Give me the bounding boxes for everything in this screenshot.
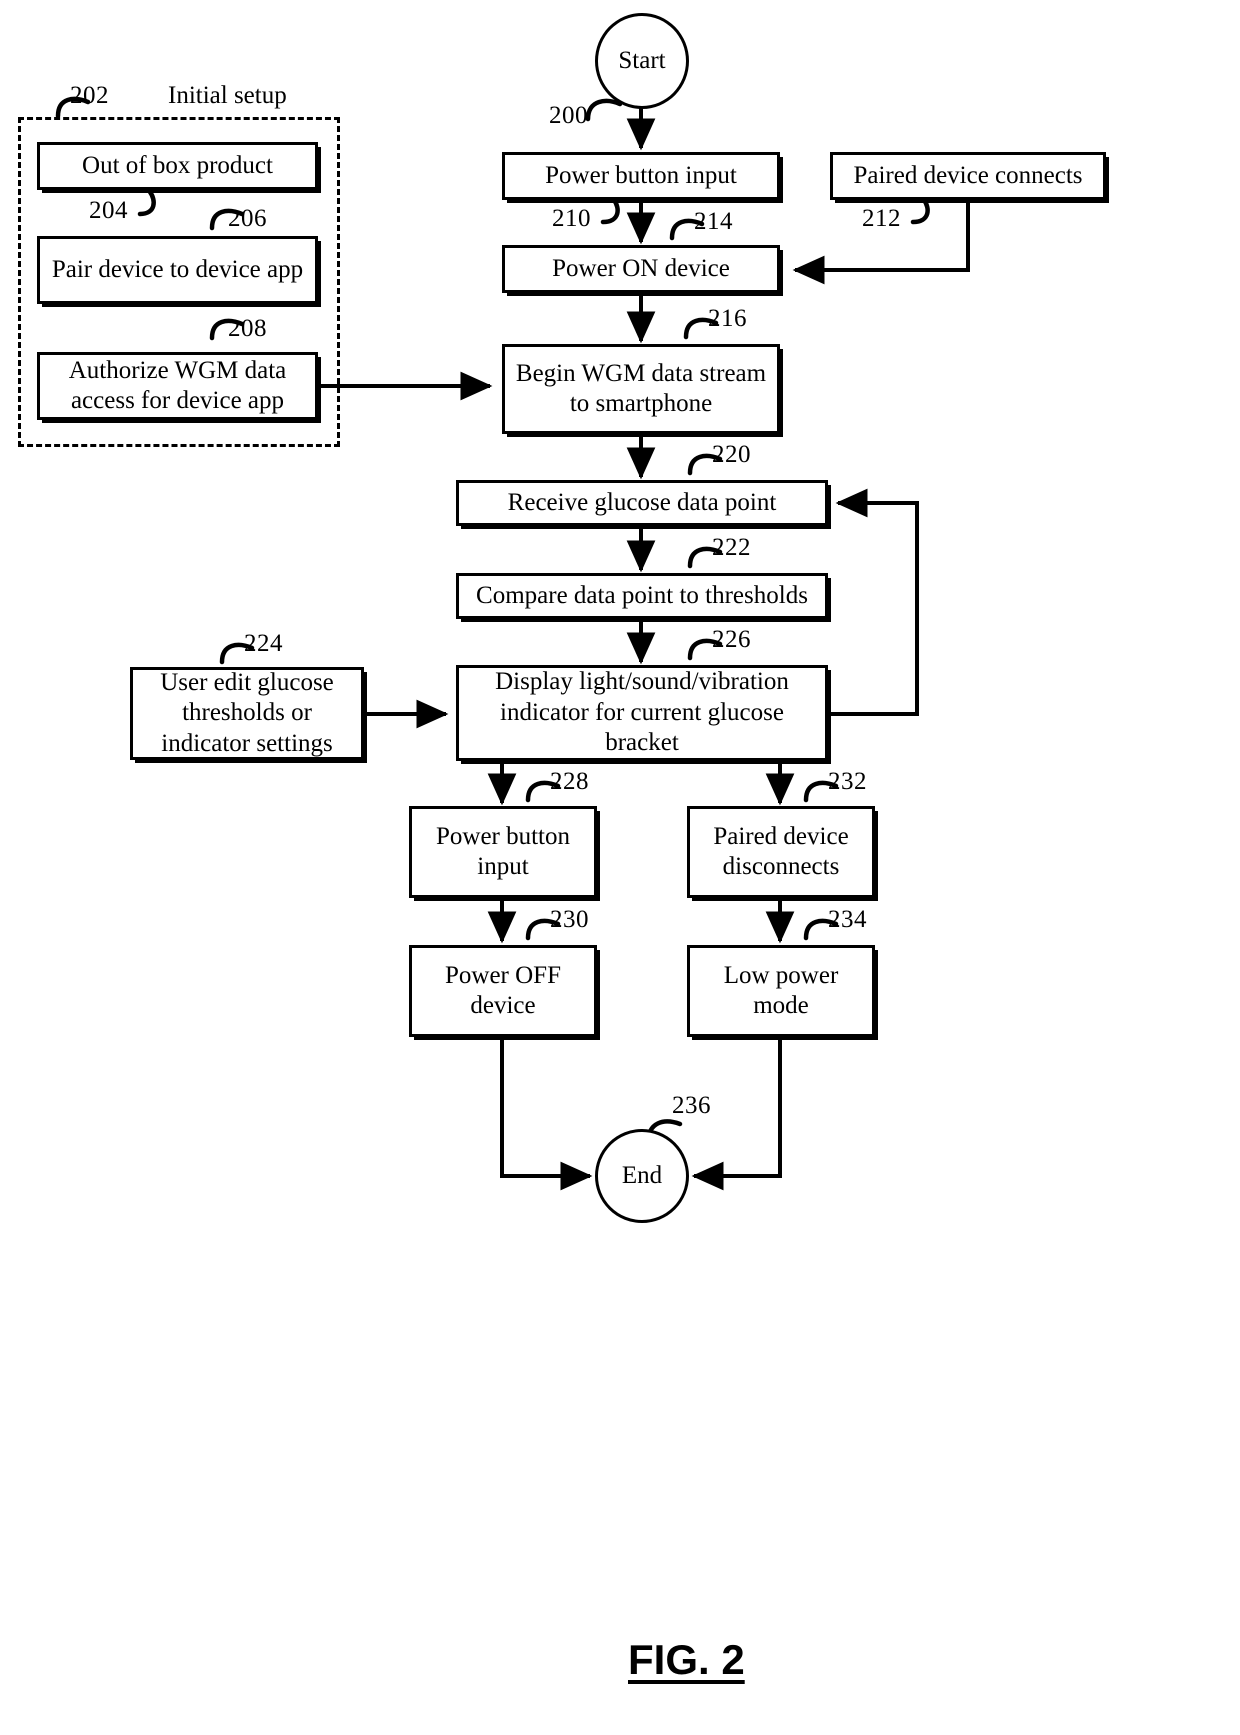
leader-210 <box>600 197 620 225</box>
figure-caption: FIG. 2 <box>628 1636 745 1683</box>
ref-numeral-226: 226 <box>712 626 751 653</box>
node-label: Pair device to device app <box>51 255 304 283</box>
edge-display-feedback-to-receive <box>828 488 919 716</box>
node-begin-wgm-stream: Begin WGM data stream to smartphone <box>502 344 780 434</box>
ref-numeral-210: 210 <box>552 205 591 232</box>
node-label: Display light/sound/vibration indicator … <box>495 668 789 757</box>
start-terminal: Start <box>595 13 689 109</box>
ref-numeral-232: 232 <box>828 768 867 795</box>
node-paired-device-connects: Paired device connects <box>830 152 1106 200</box>
ref-numeral-236: 236 <box>672 1092 711 1119</box>
node-label: Power ON device <box>552 254 730 282</box>
ref-numeral-220: 220 <box>712 441 751 468</box>
ref-numeral-206: 206 <box>228 205 267 232</box>
node-user-edit-thresholds: User edit glucose thresholds or indicato… <box>130 667 364 760</box>
leader-200 <box>585 98 623 122</box>
node-label: Receive glucose data point <box>507 488 777 516</box>
ref-numeral-234: 234 <box>828 906 867 933</box>
node-pair-device-to-app: Pair device to device app <box>37 236 318 304</box>
ref-numeral-224: 224 <box>244 630 283 657</box>
node-display-indicator: Display light/sound/vibration indicator … <box>456 665 828 761</box>
node-authorize-wgm-access: Authorize WGM data access for device app <box>37 352 318 420</box>
figure-page: Initial setup Start Out of box product P… <box>0 0 1240 1735</box>
node-label: Power button input <box>545 161 737 189</box>
ref-numeral-204: 204 <box>89 197 128 224</box>
end-terminal: End <box>595 1129 689 1223</box>
ref-numeral-202: 202 <box>70 82 109 109</box>
ref-numeral-208: 208 <box>228 315 267 342</box>
node-low-power-mode: Low power mode <box>687 945 875 1037</box>
node-label: Authorize WGM data access for device app <box>68 356 287 415</box>
node-power-button-input-2: Power button input <box>409 806 597 898</box>
edge-power-off-to-end <box>500 1038 593 1191</box>
node-paired-device-disconnects: Paired device disconnects <box>687 806 875 898</box>
node-label: Power button input <box>435 822 571 881</box>
end-label: End <box>621 1162 663 1189</box>
node-label: User edit glucose thresholds or indicato… <box>160 668 334 757</box>
start-label: Start <box>618 47 666 74</box>
ref-numeral-230: 230 <box>550 906 589 933</box>
node-label: Paired device disconnects <box>713 822 849 881</box>
ref-numeral-222: 222 <box>712 534 751 561</box>
initial-setup-title: Initial setup <box>168 82 287 109</box>
ref-numeral-200: 200 <box>549 102 588 129</box>
ref-numeral-228: 228 <box>550 768 589 795</box>
node-receive-glucose-data-point: Receive glucose data point <box>456 480 828 526</box>
node-compare-data-point: Compare data point to thresholds <box>456 573 828 619</box>
node-label: Paired device connects <box>853 161 1083 189</box>
node-power-on-device: Power ON device <box>502 245 780 293</box>
node-power-button-input: Power button input <box>502 152 780 200</box>
node-label: Out of box product <box>82 151 273 179</box>
ref-numeral-216: 216 <box>708 305 747 332</box>
node-label: Compare data point to thresholds <box>476 581 808 609</box>
node-label: Power OFF device <box>445 961 561 1020</box>
ref-numeral-212: 212 <box>862 205 901 232</box>
node-power-off-device: Power OFF device <box>409 945 597 1037</box>
node-out-of-box-product: Out of box product <box>37 142 318 190</box>
node-label: Low power mode <box>723 961 839 1020</box>
ref-numeral-214: 214 <box>694 208 733 235</box>
node-label: Begin WGM data stream to smartphone <box>515 359 767 418</box>
leader-212 <box>910 197 930 225</box>
